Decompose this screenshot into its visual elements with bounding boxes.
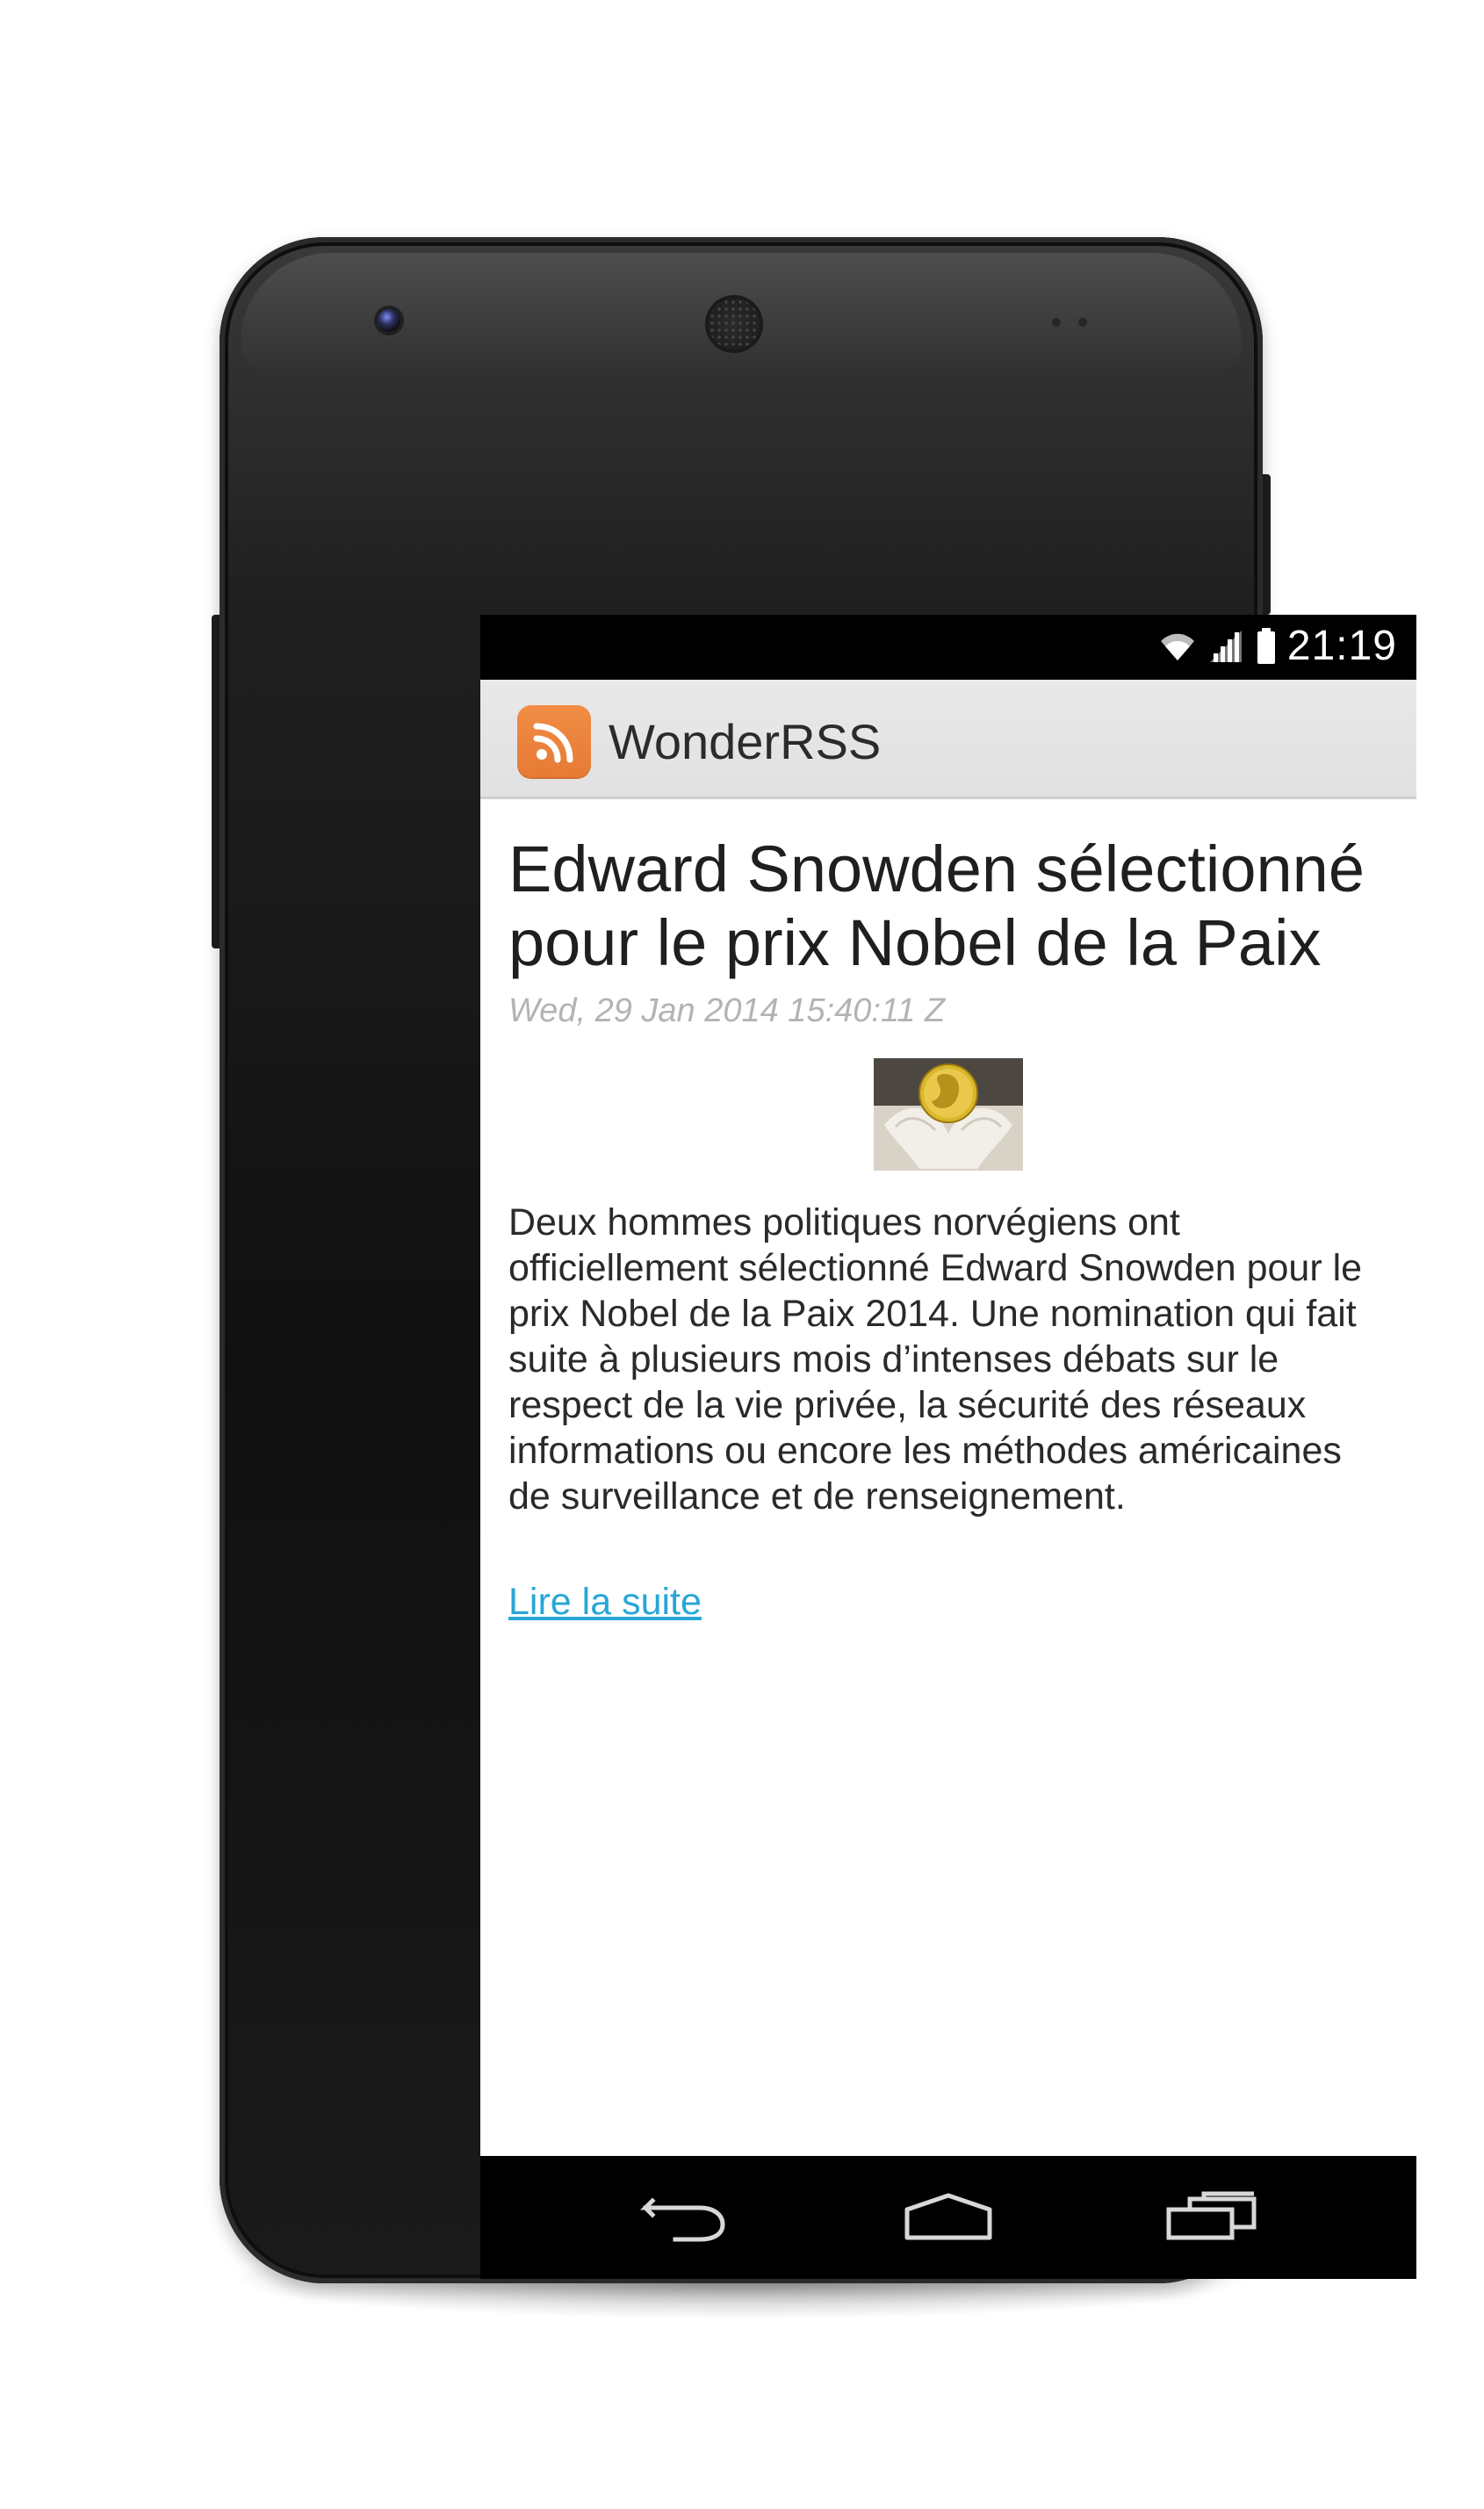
wifi-icon xyxy=(1157,631,1198,662)
read-more-link[interactable]: Lire la suite xyxy=(508,1579,702,1625)
signal-icon xyxy=(1208,629,1245,664)
phone-frame: 21:19 WonderRSS Edward Snowden sélection… xyxy=(220,237,1416,2283)
article-title: Edward Snowden sélectionné pour le prix … xyxy=(508,833,1365,979)
article-view: Edward Snowden sélectionné pour le prix … xyxy=(480,799,1416,2156)
recent-apps-icon[interactable] xyxy=(1163,2186,1259,2247)
navigation-bar xyxy=(480,2156,1416,2279)
power-button xyxy=(1262,474,1271,615)
home-icon[interactable] xyxy=(900,2186,997,2247)
earpiece-speaker xyxy=(709,299,760,350)
front-camera xyxy=(378,309,400,332)
back-icon[interactable] xyxy=(637,2186,733,2247)
nobel-medal-image xyxy=(874,1058,1023,1171)
app-bar: WonderRSS xyxy=(480,680,1416,799)
rss-icon[interactable] xyxy=(517,705,591,779)
status-icons: 21:19 xyxy=(1157,622,1397,671)
app-title: WonderRSS xyxy=(609,714,882,769)
phone-screen: 21:19 WonderRSS Edward Snowden sélection… xyxy=(480,615,1416,2279)
status-time: 21:19 xyxy=(1286,623,1397,669)
status-bar: 21:19 xyxy=(480,615,1416,680)
article-date: Wed, 29 Jan 2014 15:40:11 Z xyxy=(508,992,946,1029)
light-sensor xyxy=(1078,318,1087,327)
battery-icon xyxy=(1256,627,1277,666)
article-body: Deux hommes politiques norvégiens ont of… xyxy=(508,1201,1363,1518)
proximity-sensor xyxy=(1052,318,1061,327)
